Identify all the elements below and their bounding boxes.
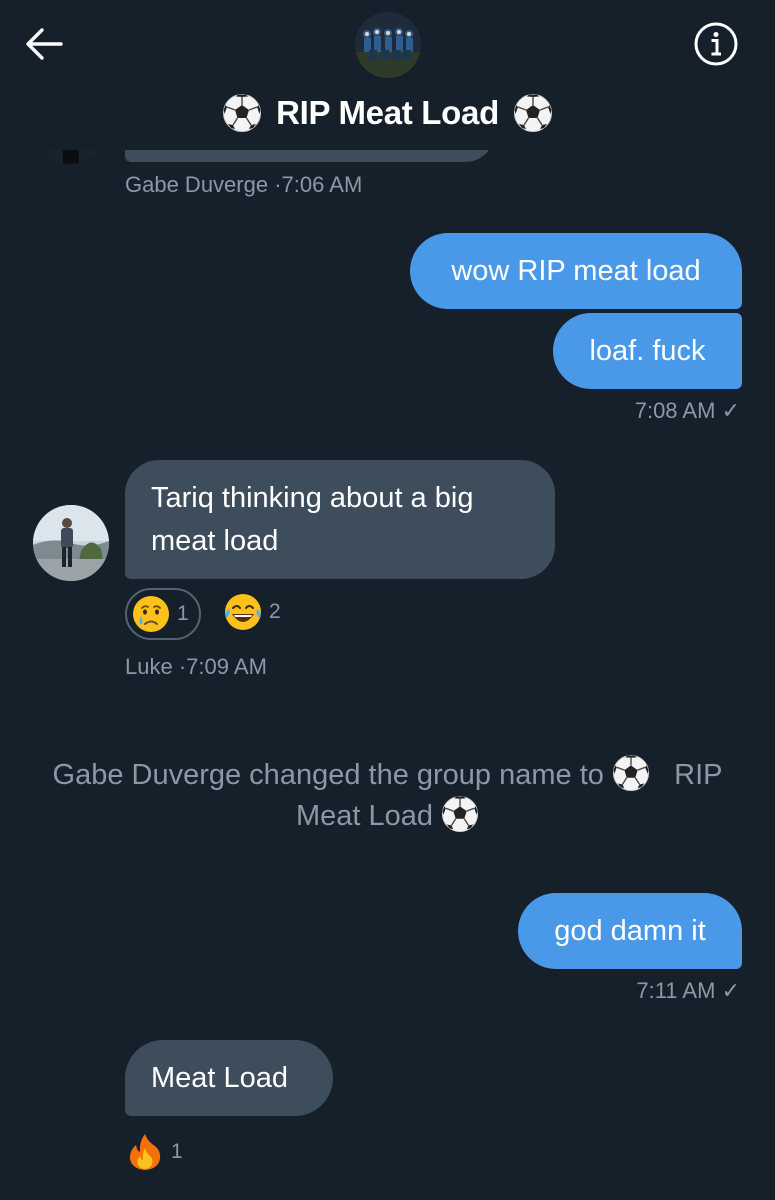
sender-name: Luke [125,654,173,679]
outgoing-message-bubble[interactable]: loaf. fuck [553,313,742,389]
message-text-line: meat load [151,524,279,557]
soccer-ball-icon [513,93,553,133]
reaction-count: 1 [177,602,189,625]
system-message: Gabe Duverge changed the group name to R… [10,754,765,836]
message-meta: 7:08 AM ✓ [540,398,740,424]
message-time: 7:11 AM [636,978,716,1003]
message-text: god damn it [554,915,706,947]
page-title: RIP Meat Load [0,88,775,138]
message-text: Tariq thinking about a big meat load [151,477,473,563]
arrow-left-icon [24,26,64,67]
checkmark-icon: ✓ [721,398,740,423]
message-meta: Luke ·7:09 AM [125,654,267,680]
soccer-ball-icon [441,795,479,833]
system-text: Gabe Duverge changed the group name to [52,759,604,791]
outgoing-message-bubble[interactable]: god damn it [518,893,742,969]
soccer-ball-icon [222,93,262,133]
group-avatar[interactable] [355,12,421,78]
message-time: 7:08 AM [634,398,716,423]
sender-name: Gabe Duverge [125,172,269,197]
info-icon [693,21,739,72]
system-text: RIP [674,759,723,791]
system-text: Meat Load [295,800,433,832]
incoming-message-bubble[interactable]: Meat Load [125,1040,333,1116]
message-text: wow RIP meat load [451,255,701,287]
laughing-tears-icon [225,594,261,630]
fire-icon [129,1134,161,1170]
reaction-count: 1 [171,1140,183,1163]
reaction-count: 2 [269,600,281,623]
avatar[interactable] [33,505,109,581]
outgoing-message-bubble[interactable]: wow RIP meat load [410,233,742,309]
checkmark-icon: ✓ [721,978,740,1003]
message-text: loaf. fuck [589,335,706,367]
reaction-chip[interactable]: 1 [125,1132,183,1172]
reaction-chip[interactable]: 2 [223,592,281,632]
conversation-header: RIP Meat Load [0,0,775,150]
incoming-message-bubble[interactable]: Tariq thinking about a big meat load [125,460,555,579]
crying-face-icon [133,596,169,632]
info-button[interactable] [692,22,740,70]
reaction-chip[interactable]: 1 [125,588,201,640]
conversation-title: RIP Meat Load [276,94,499,131]
back-button[interactable] [20,22,68,70]
separator: · [274,172,282,197]
soccer-ball-icon [612,754,650,792]
message-time: 7:09 AM [186,654,267,679]
message-meta: Gabe Duverge ·7:06 AM [125,172,362,198]
message-text: Meat Load [151,1061,289,1094]
message-text-line: Tariq thinking about a big [151,481,474,514]
message-meta: 7:11 AM ✓ [540,978,740,1004]
message-time: 7:06 AM [281,172,363,197]
